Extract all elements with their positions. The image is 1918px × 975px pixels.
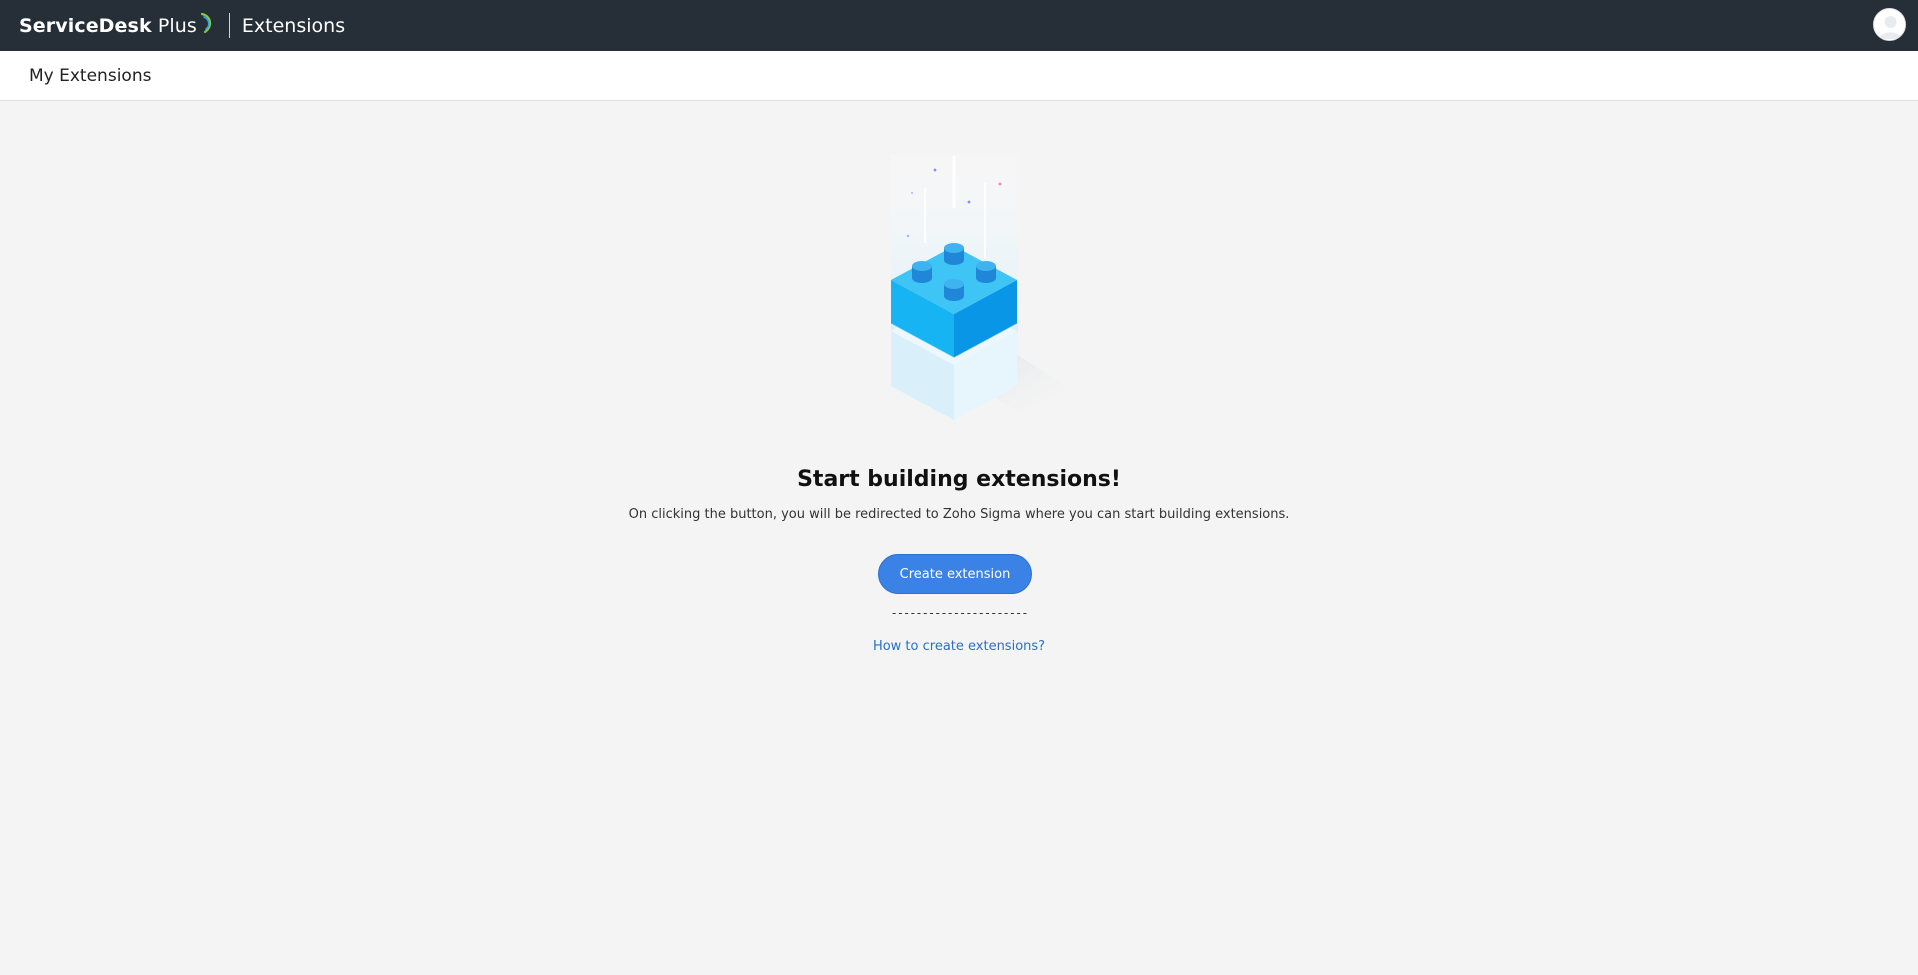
app-logo[interactable]: ServiceDesk Plus [19, 0, 215, 51]
module-title: Extensions [241, 14, 346, 37]
page-header: My Extensions [0, 51, 1918, 101]
user-avatar-icon [1874, 9, 1905, 40]
empty-state-description: On clicking the button, you will be redi… [628, 507, 1290, 522]
user-avatar[interactable] [1873, 8, 1906, 41]
page-title: My Extensions [29, 65, 152, 86]
empty-state-headline: Start building extensions! [797, 467, 1121, 492]
separator-dashes: ---------------------- [890, 606, 1029, 620]
brand-name: ServiceDesk Plus [19, 14, 197, 37]
header-divider [228, 13, 230, 38]
how-to-create-extensions-link[interactable]: How to create extensions? [873, 639, 1045, 654]
main-content: Start building extensions! On clicking t… [0, 102, 1918, 975]
brand-swirl-icon [200, 12, 211, 33]
building-block-icon [890, 154, 1070, 420]
top-navigation-bar: ServiceDesk Plus Extensions [0, 0, 1918, 51]
create-extension-button[interactable]: Create extension [878, 554, 1032, 594]
help-link-container: How to create extensions? [0, 639, 1918, 654]
